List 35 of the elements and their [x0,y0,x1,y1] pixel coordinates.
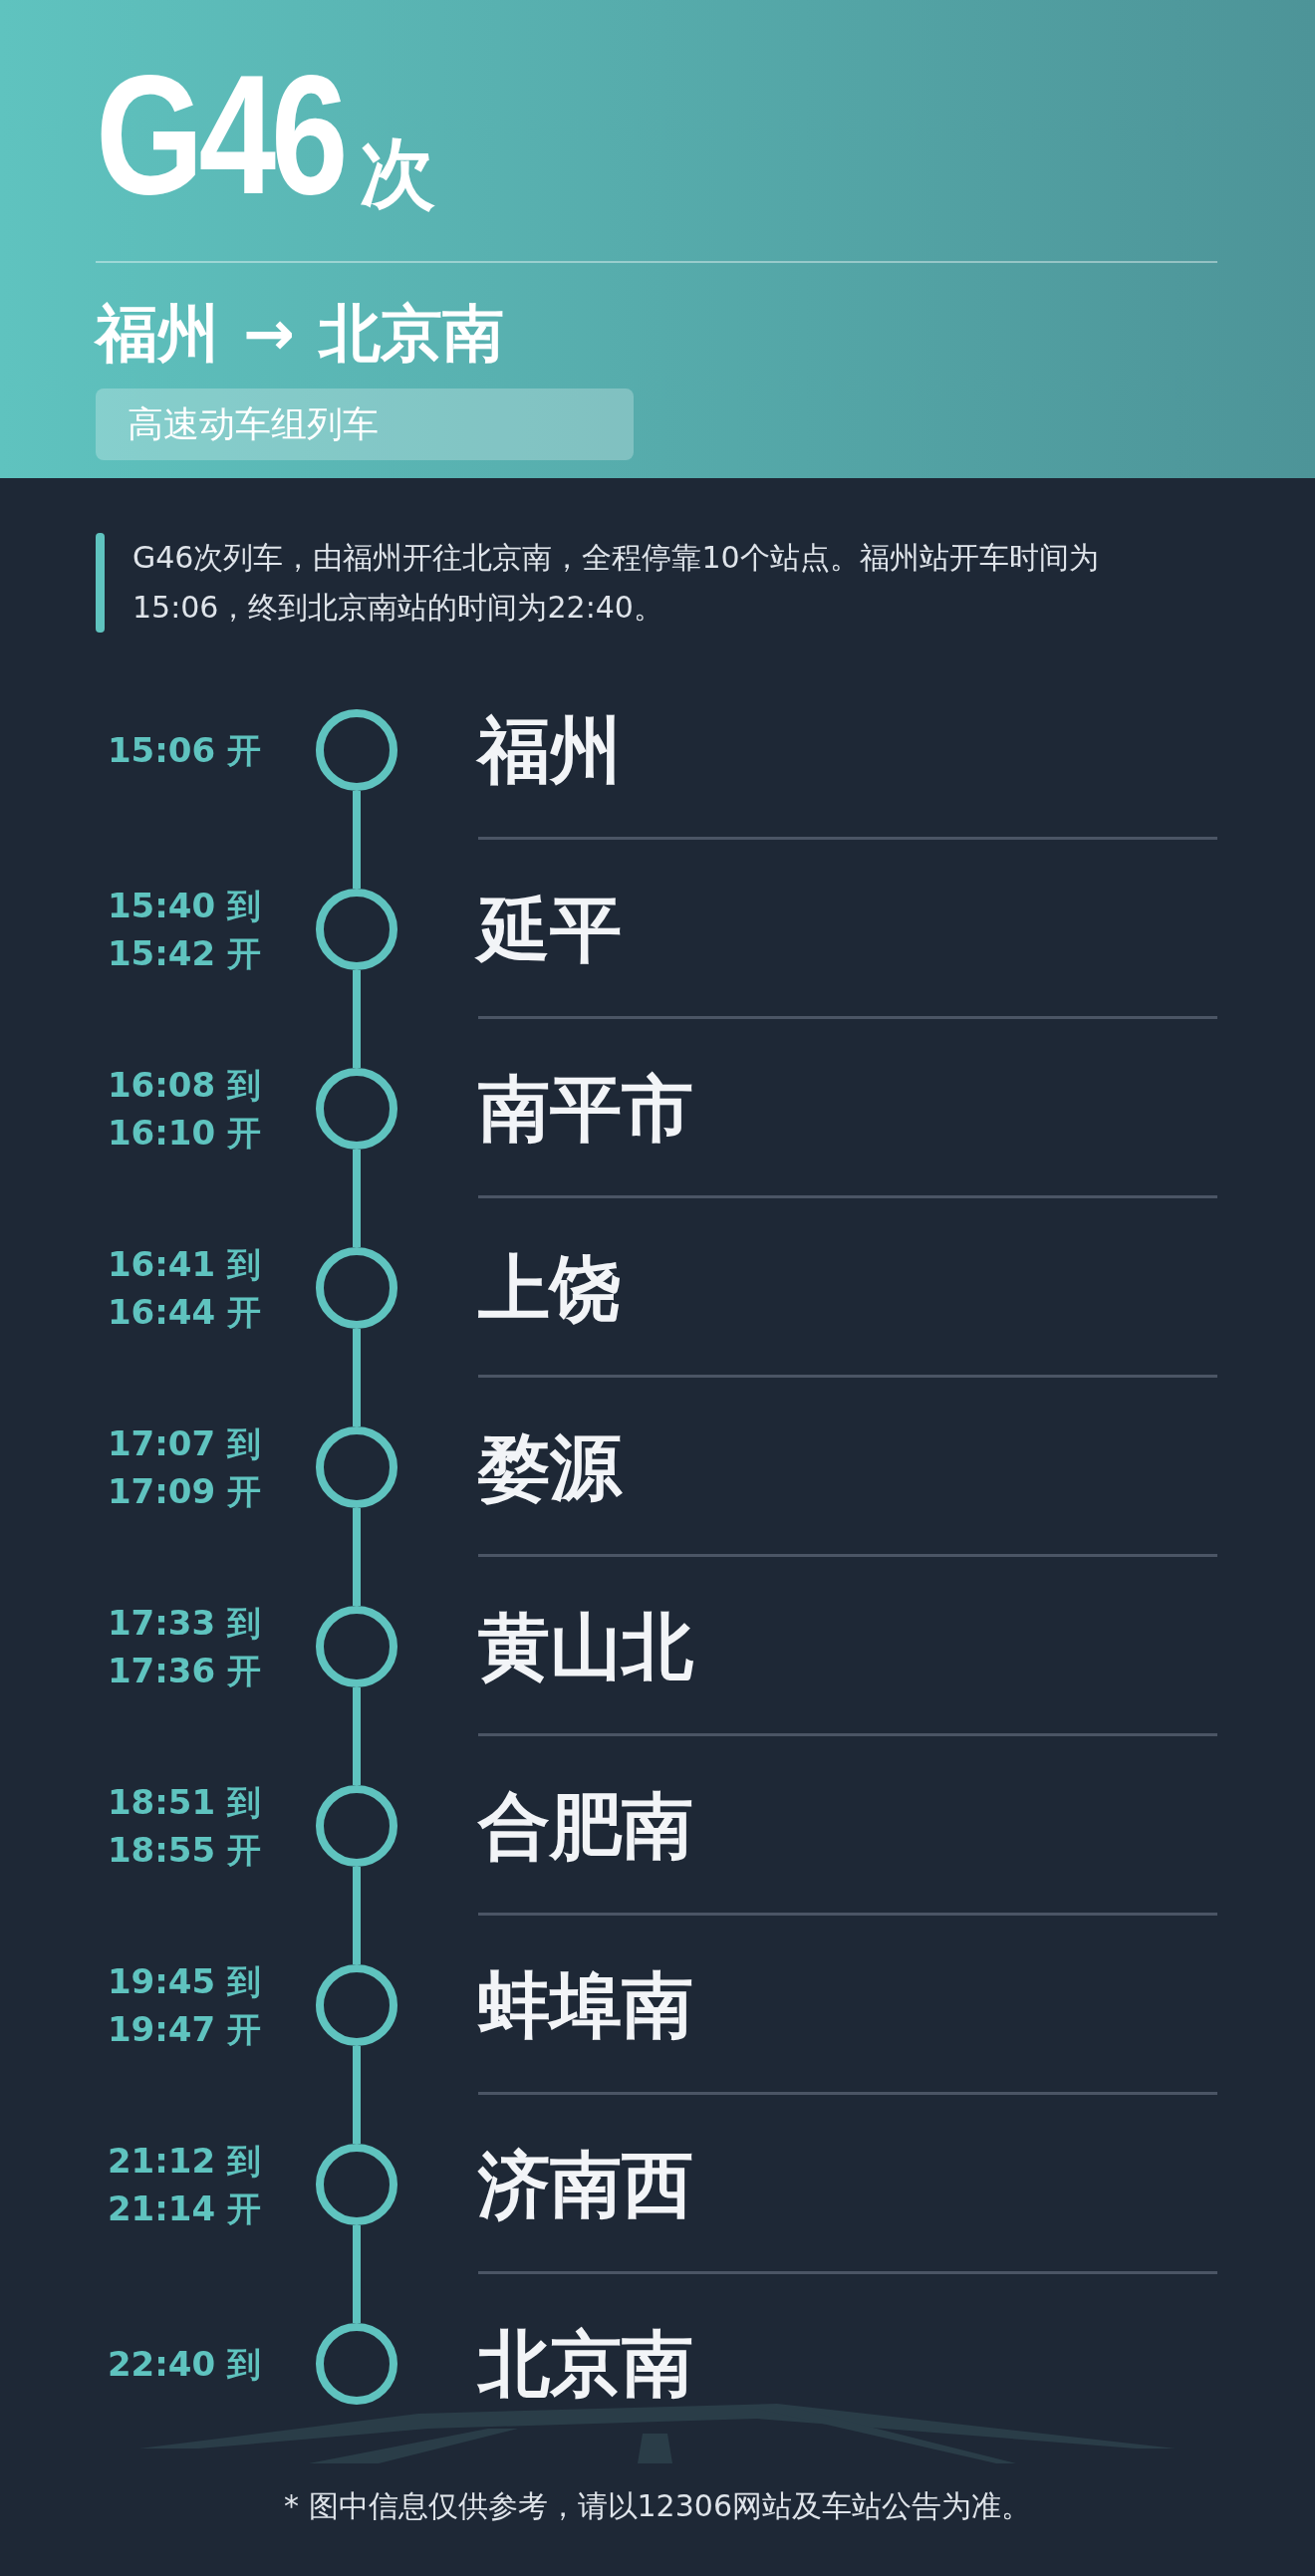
station-name: 蚌埠南 [478,1969,693,2041]
station-time: 16:44 开 [107,1291,261,1334]
station-time: 16:08 到 [107,1064,261,1107]
train-suffix: 次 [360,135,436,211]
station-name: 济南西 [478,2149,693,2220]
station-name: 上饶 [478,1252,622,1324]
station-time: 15:06 开 [107,729,261,772]
destination-station: 北京南 [318,303,504,365]
station-time: 17:36 开 [107,1650,261,1692]
station-time: 18:51 到 [107,1781,261,1824]
station-time: 16:41 到 [107,1243,261,1286]
disclaimer-note: * 图中信息仅供参考，请以12306网站及车站公告为准。 [283,2487,1032,2525]
station-time: 19:47 开 [107,2008,261,2051]
train-type-badge: 高速动车组列车 [96,388,634,460]
station-name: 福州 [478,714,622,786]
origin-station: 福州 [96,303,219,365]
station-time: 15:42 开 [107,932,261,975]
station-time: 17:07 到 [107,1422,261,1465]
station-name: 合肥南 [478,1790,693,1862]
station-time: 19:45 到 [107,1960,261,2003]
station-name: 南平市 [478,1073,693,1145]
station-time: 16:10 开 [107,1112,261,1155]
train-number: G46 [96,50,344,219]
intro-text: G46次列车，由福州开往北京南，全程停靠10个站点。福州站开车时间为15:06，终到北京南站的时间为22:40。 [132,539,1100,627]
station-name: 黄山北 [478,1611,693,1682]
station-time: 17:33 到 [107,1602,261,1645]
station-time: 18:55 开 [107,1829,261,1872]
station-name: 北京南 [478,2328,693,2400]
route-arrow: → [243,303,295,365]
station-time: 15:40 到 [107,885,261,927]
station-time: 22:40 到 [107,2343,261,2386]
station-time: 21:14 开 [107,2188,261,2230]
station-name: 婺源 [478,1431,622,1503]
station-time: 21:12 到 [107,2140,261,2183]
station-time: 17:09 开 [107,1470,261,1513]
